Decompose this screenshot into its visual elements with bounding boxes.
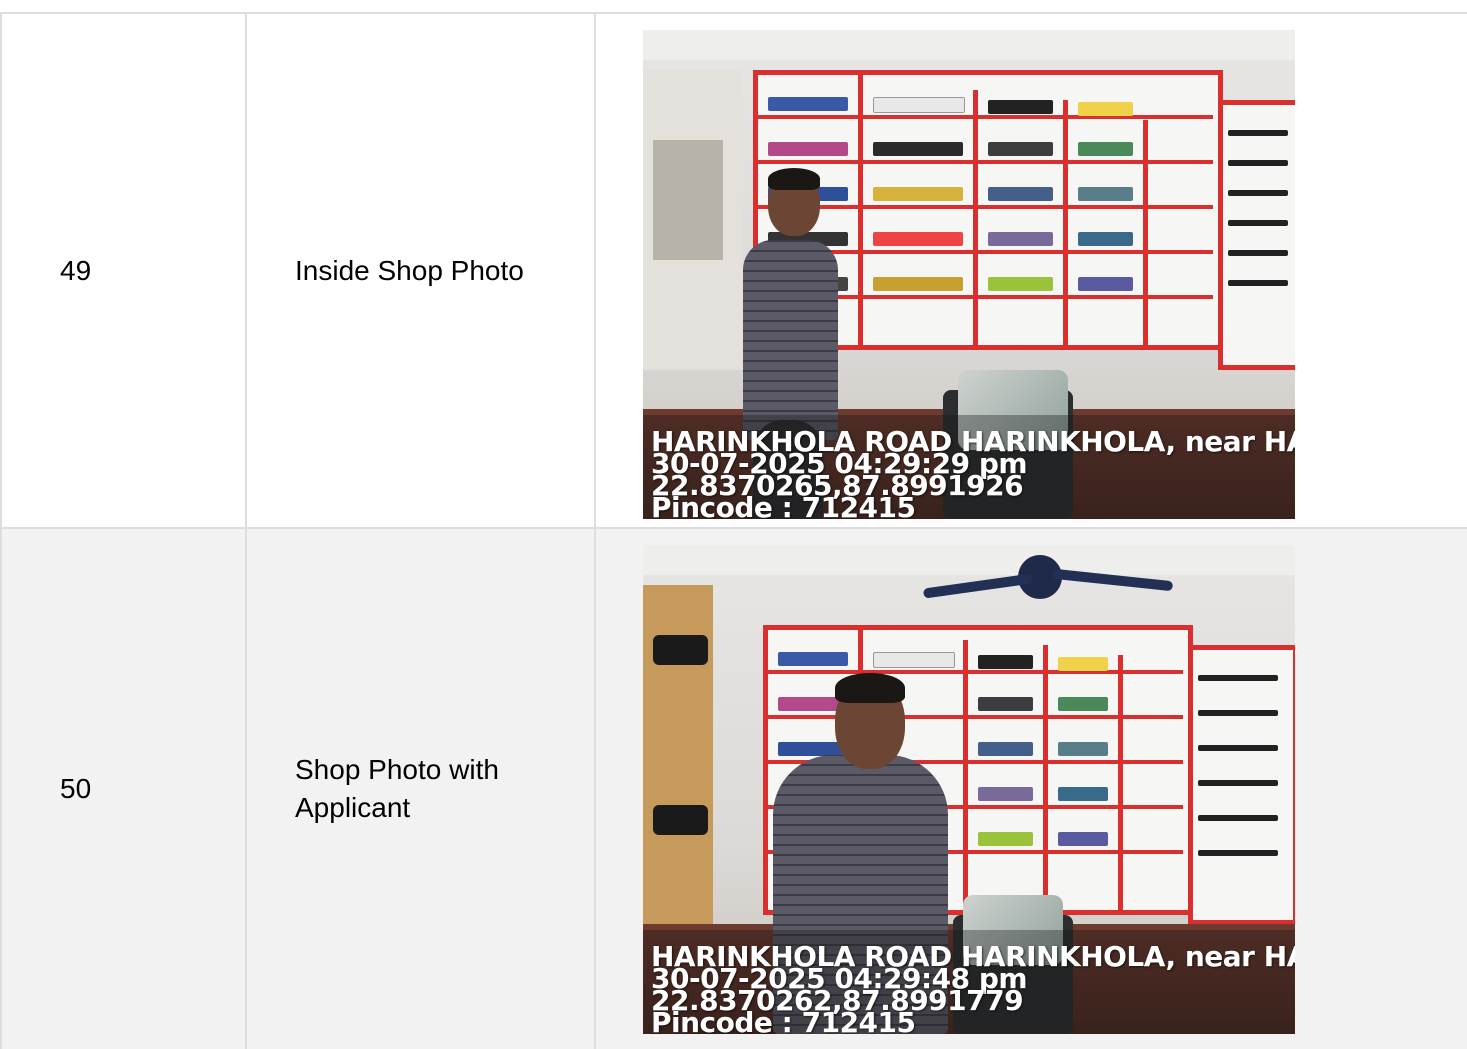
table-row: 50 Shop Photo with Applicant HARINKHOLA … <box>0 529 1467 1049</box>
row-label: Inside Shop Photo <box>295 254 524 286</box>
row-label-cell: Shop Photo with Applicant <box>247 529 596 1049</box>
photo-table: 49 Inside Shop Photo HARINKHOLA ROAD HAR… <box>0 12 1467 1049</box>
inside-shop-photo: HARINKHOLA ROAD HARINKHOLA, near HA 30-0… <box>643 30 1295 519</box>
photo-stamp-overlay: HARINKHOLA ROAD HARINKHOLA, near HA 30-0… <box>651 428 1295 520</box>
row-label-cell: Inside Shop Photo <box>247 14 596 527</box>
row-photo-cell: HARINKHOLA ROAD HARINKHOLA, near HA 30-0… <box>596 14 1467 527</box>
row-label: Shop Photo with Applicant <box>295 754 499 823</box>
row-number-cell: 49 <box>0 14 247 527</box>
row-number-cell: 50 <box>0 529 247 1049</box>
row-number: 49 <box>60 254 92 286</box>
shop-photo-with-applicant: HARINKHOLA ROAD HARINKHOLA, near HA 30-0… <box>643 545 1295 1034</box>
row-number: 50 <box>60 773 92 804</box>
table-row: 49 Inside Shop Photo HARINKHOLA ROAD HAR… <box>0 14 1467 529</box>
row-photo-cell: HARINKHOLA ROAD HARINKHOLA, near HA 30-0… <box>596 529 1467 1049</box>
photo-stamp-overlay: HARINKHOLA ROAD HARINKHOLA, near HA 30-0… <box>651 943 1295 1035</box>
